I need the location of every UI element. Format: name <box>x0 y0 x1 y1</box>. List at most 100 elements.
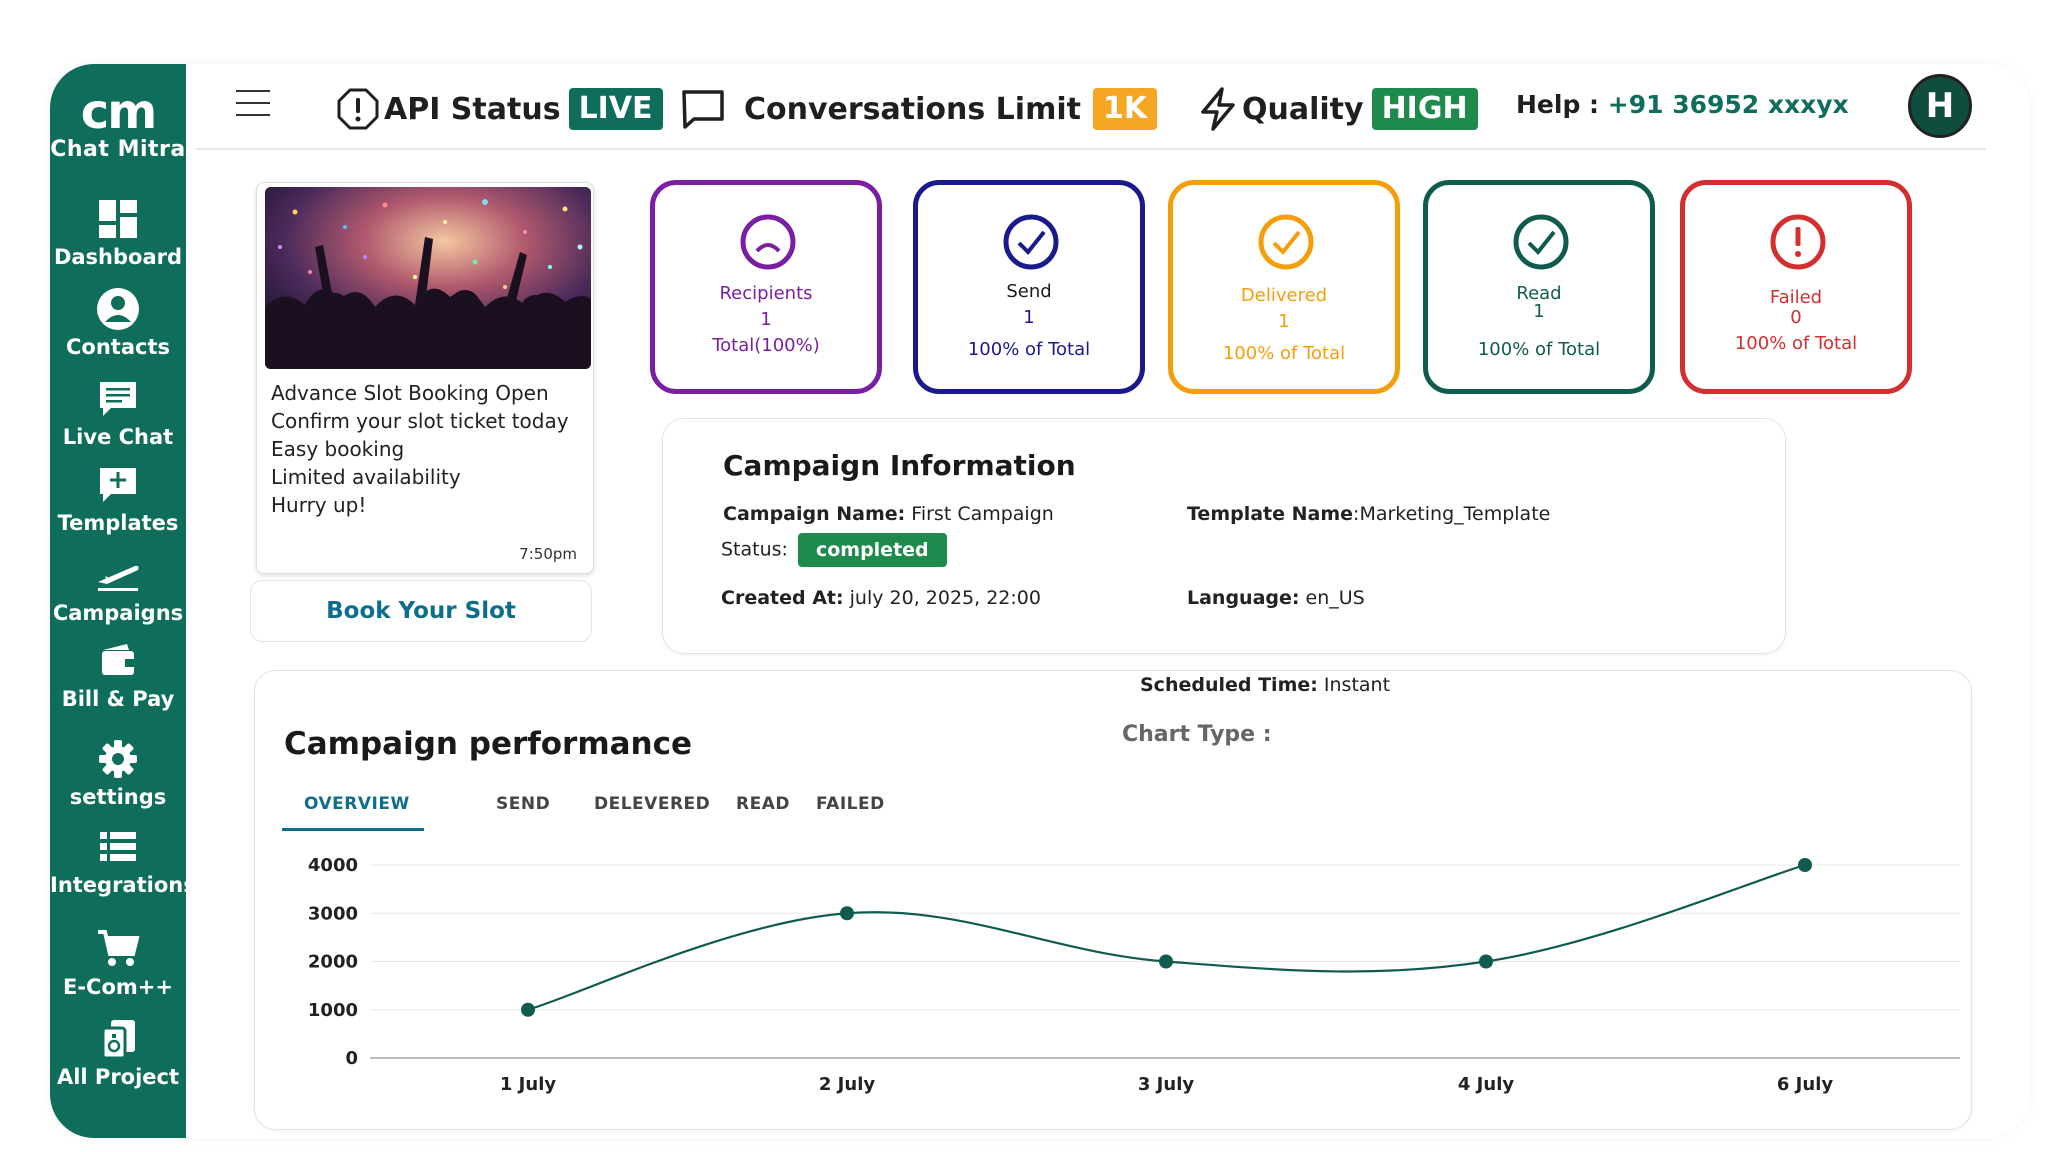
tab-overview[interactable]: OVERVIEW <box>304 794 410 814</box>
template-name-label: Template Name <box>1187 503 1354 525</box>
template-preview-card: Advance Slot Booking Open Confirm your s… <box>256 182 594 574</box>
sidebar-item-settings[interactable]: settings <box>50 736 186 810</box>
conversations-limit: Conversations Limit 1K <box>680 84 1158 134</box>
language-label: Language: <box>1187 587 1300 609</box>
sidebar-item-live-chat[interactable]: Live Chat <box>50 376 186 450</box>
stat-card-failed: Failed 0 100% of Total <box>1680 180 1912 394</box>
stat-title: Failed <box>1769 287 1823 308</box>
sidebar-item-label: settings <box>69 785 167 809</box>
brand-name: Chat Mitra <box>50 137 186 162</box>
template-name: Template Name:Marketing_Template <box>1187 503 1550 525</box>
x-tick-label: 4 July <box>1458 1074 1514 1095</box>
y-tick-label: 1000 <box>308 1000 358 1021</box>
stat-sub: 100% of Total <box>1222 343 1346 364</box>
sidebar-item-ecom[interactable]: E-Com++ <box>50 926 186 1000</box>
avatar[interactable]: H <box>1908 74 1972 138</box>
stat-value: 1 <box>1278 311 1290 332</box>
sidebar-item-label: Campaigns <box>52 601 184 625</box>
campaign-info-card: Campaign Information Campaign Name: Firs… <box>662 418 1786 654</box>
tab-failed[interactable]: FAILED <box>816 794 885 814</box>
sidebar-item-contacts[interactable]: Contacts <box>50 286 186 360</box>
created-at-value: july 20, 2025, 22:00 <box>843 587 1041 609</box>
stat-card-read: Read 1 100% of Total <box>1423 180 1655 394</box>
x-tick-label: 2 July <box>819 1074 875 1095</box>
check-circle-icon <box>1003 214 1059 270</box>
recipients-icon <box>740 214 796 270</box>
sidebar-item-all-project[interactable]: All Project <box>50 1016 186 1090</box>
sidebar-item-campaigns[interactable]: Campaigns <box>50 552 186 626</box>
template-icon <box>100 468 136 502</box>
alert-octagon-icon <box>337 88 379 130</box>
scheduled-time-label: Scheduled Time: <box>1140 674 1318 696</box>
campaign-name-label: Campaign Name: <box>723 503 906 525</box>
cart-icon <box>98 930 140 966</box>
dashboard-icon <box>99 200 137 238</box>
sidebar-item-templates[interactable]: Templates <box>50 462 186 536</box>
created-at: Created At: july 20, 2025, 22:00 <box>721 587 1041 609</box>
sidebar: cm Chat Mitra Dashboard Contacts Live Ch… <box>50 64 196 1138</box>
stat-title: Delivered <box>1240 285 1328 306</box>
stat-value: 1 <box>1023 307 1035 328</box>
api-status: API Status LIVE <box>336 84 663 134</box>
data-point <box>521 1002 535 1017</box>
book-slot-button[interactable]: Book Your Slot <box>250 580 592 642</box>
data-point <box>1159 954 1173 969</box>
template-line: Hurry up! <box>271 493 367 517</box>
sidebar-item-label: Integrations <box>50 873 196 897</box>
menu-icon[interactable] <box>236 90 270 116</box>
scheduled-time: Scheduled Time: Instant <box>1140 674 1390 696</box>
brand-logo[interactable]: cm Chat Mitra <box>50 86 186 162</box>
help-contact[interactable]: Help : +91 36952 xxxyx <box>1516 90 1849 119</box>
tab-send[interactable]: SEND <box>496 794 550 814</box>
data-point <box>840 906 854 921</box>
quality-label: Quality <box>1242 91 1364 127</box>
tab-read[interactable]: READ <box>736 794 790 814</box>
x-tick-label: 3 July <box>1138 1074 1194 1095</box>
sidebar-item-label: E-Com++ <box>63 975 173 999</box>
stat-card-recipients: Recipients 1 Total(100%) <box>650 180 882 394</box>
template-image <box>265 187 591 369</box>
data-point <box>1798 858 1812 872</box>
quality: Quality HIGH <box>1198 84 1478 134</box>
stat-sub: 100% of Total <box>1734 333 1858 354</box>
template-line: Confirm your slot ticket today <box>271 409 569 433</box>
series-line <box>527 863 1806 1011</box>
campaign-name: Campaign Name: First Campaign <box>723 503 1054 525</box>
stat-card-delivered: Delivered 1 100% of Total <box>1168 180 1400 394</box>
tab-underline <box>282 828 424 831</box>
performance-line-chart: 4000 3000 2000 1000 0 1 July 2 July 3 July 4 Jul… <box>308 855 1960 1095</box>
stat-title: Send <box>1006 281 1052 302</box>
top-bar: API Status LIVE Conversations Limit 1K Q… <box>196 70 1986 150</box>
sidebar-item-dashboard[interactable]: Dashboard <box>50 196 186 270</box>
stat-sub: 100% of Total <box>967 339 1091 360</box>
template-body: Advance Slot Booking Open Confirm your s… <box>271 379 587 519</box>
sidebar-item-label: Contacts <box>66 335 170 359</box>
template-line: Limited availability <box>271 465 461 489</box>
campaign-status: Status: completed <box>721 533 947 567</box>
stat-value: 1 <box>1533 301 1545 322</box>
data-point <box>1479 954 1493 969</box>
campaign-info-heading: Campaign Information <box>723 449 1076 482</box>
stat-value: 1 <box>760 309 772 330</box>
check-circle-icon <box>1258 214 1314 270</box>
x-tick-label: 6 July <box>1777 1074 1833 1095</box>
template-name-value: :Marketing_Template <box>1353 503 1551 525</box>
tab-delevered[interactable]: DELEVERED <box>594 794 710 814</box>
user-icon <box>97 288 139 330</box>
check-circle-icon <box>1513 214 1569 270</box>
help-number[interactable]: +91 36952 xxxyx <box>1608 90 1849 119</box>
stat-sub: 100% of Total <box>1477 339 1601 360</box>
sidebar-item-label: Templates <box>57 511 179 535</box>
wallet-icon <box>102 644 134 675</box>
stat-value: 0 <box>1790 307 1802 328</box>
y-tick-label: 4000 <box>308 855 358 876</box>
help-label: Help : <box>1516 90 1600 119</box>
sidebar-item-integrations[interactable]: Integrations <box>50 824 196 898</box>
sidebar-item-label: Bill & Pay <box>61 687 175 711</box>
message-time: 7:50pm <box>519 545 577 563</box>
scheduled-time-value: Instant <box>1317 674 1391 696</box>
plane-icon <box>98 565 139 591</box>
chart-type-label[interactable]: Chart Type : <box>1122 722 1272 747</box>
language-value: en_US <box>1299 587 1365 609</box>
sidebar-item-bill-pay[interactable]: Bill & Pay <box>50 638 186 712</box>
